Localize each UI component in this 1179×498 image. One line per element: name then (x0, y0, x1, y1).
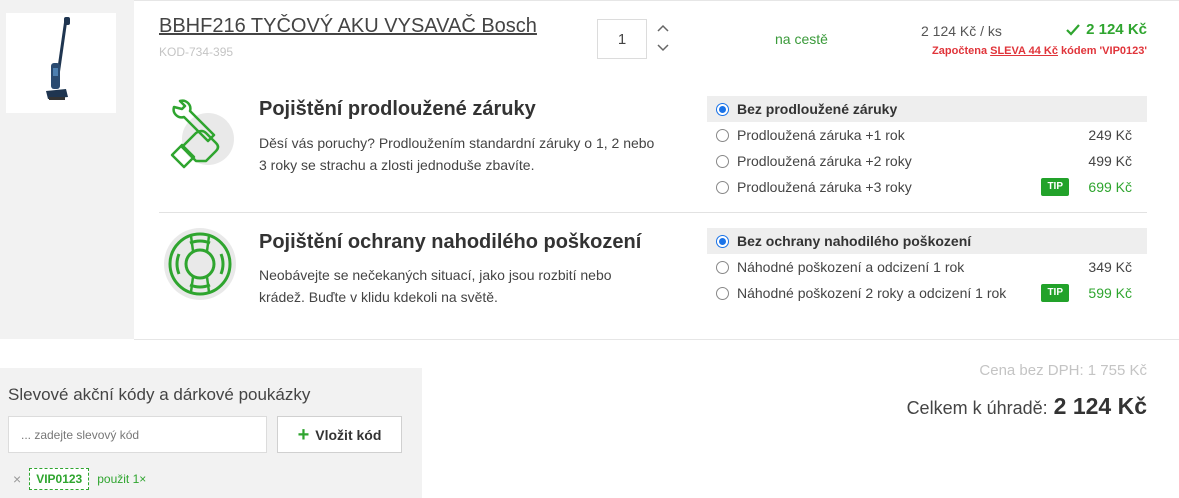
option-label: Bez ochrany nahodilého poškození (737, 233, 972, 249)
price-without-vat: Cena bez DPH: 1 755 Kč (979, 362, 1147, 379)
option-price: 349 Kč (1088, 259, 1132, 275)
applied-coupon: × VIP0123 použit 1× (13, 468, 146, 490)
discount-note: Započtena SLEVA 44 Kč kódem 'VIP0123' (932, 45, 1147, 57)
option-price: 599 Kč (1088, 285, 1132, 301)
radio-selected[interactable] (716, 234, 729, 248)
line-total: 2 124 Kč (1066, 21, 1147, 38)
option-price: 249 Kč (1088, 127, 1132, 143)
grand-total-label: Celkem k úhradě: (906, 398, 1048, 418)
warranty-option-none[interactable]: Bez prodloužené záruky (707, 96, 1147, 122)
option-label: Náhodné poškození a odcizení 1 rok (737, 259, 965, 275)
discount-suffix: kódem 'VIP0123' (1061, 45, 1147, 57)
radio[interactable] (716, 180, 729, 194)
applied-coupon-note: použit 1× (97, 472, 147, 486)
wrench-hand-icon (162, 93, 238, 169)
discount-amount-link[interactable]: SLEVA 44 Kč (990, 45, 1058, 57)
option-label: Prodloužená záruka +2 roky (737, 153, 912, 169)
radio[interactable] (716, 260, 729, 274)
applied-coupon-code: VIP0123 (29, 468, 90, 490)
damage-option-1-year[interactable]: Náhodné poškození a odcizení 1 rok 349 K… (707, 254, 1147, 280)
coupon-code-input[interactable] (8, 416, 267, 453)
apply-coupon-label: Vložit kód (315, 426, 382, 443)
warranty-description: Děsí vás poruchy? Prodloužením standardn… (259, 135, 655, 173)
radio[interactable] (716, 286, 729, 300)
line-total-value: 2 124 Kč (1086, 21, 1147, 38)
apply-coupon-button[interactable]: + Vložit kód (277, 416, 402, 453)
radio-selected[interactable] (716, 102, 729, 116)
radio[interactable] (716, 128, 729, 142)
grand-total-value: 2 124 Kč (1053, 393, 1147, 419)
product-name-link[interactable]: BBHF216 TYČOVÝ AKU VYSAVAČ Bosch (159, 15, 537, 38)
chevron-up-icon[interactable] (655, 21, 671, 35)
product-thumbnail[interactable] (6, 13, 116, 113)
plus-icon: + (297, 423, 310, 446)
section-divider (159, 212, 1147, 213)
availability-status: na cestě (775, 31, 828, 47)
radio[interactable] (716, 154, 729, 168)
warranty-option-3-years[interactable]: Prodloužená záruka +3 roky TIP 699 Kč (707, 174, 1147, 200)
tip-badge: TIP (1041, 284, 1069, 302)
chevron-down-icon[interactable] (655, 41, 671, 55)
row-bottom-border (134, 339, 1179, 340)
coupon-panel: Slevové akční kódy a dárkové poukázky + … (0, 368, 422, 498)
check-icon (1066, 23, 1080, 36)
damage-title: Pojištění ochrany nahodilého poškození (259, 231, 642, 253)
product-image-column (0, 0, 134, 339)
vacuum-image (46, 17, 70, 100)
grand-total: Celkem k úhradě: 2 124 Kč (907, 393, 1147, 420)
unit-price: 2 124 Kč / ks (921, 23, 1002, 39)
option-label: Bez prodloužené záruky (737, 101, 898, 117)
option-label: Náhodné poškození 2 roky a odcizení 1 ro… (737, 285, 1007, 301)
coupon-heading: Slevové akční kódy a dárkové poukázky (8, 385, 311, 404)
warranty-options: Bez prodloužené záruky Prodloužená záruk… (707, 96, 1147, 200)
option-label: Prodloužená záruka +1 rok (737, 127, 905, 143)
damage-option-2-years[interactable]: Náhodné poškození 2 roky a odcizení 1 ro… (707, 280, 1147, 306)
damage-option-none[interactable]: Bez ochrany nahodilého poškození (707, 228, 1147, 254)
damage-options: Bez ochrany nahodilého poškození Náhodné… (707, 228, 1147, 306)
row-top-border (134, 0, 1179, 1)
tip-badge: TIP (1041, 178, 1069, 196)
damage-description: Neobávejte se nečekaných situací, jako j… (259, 267, 612, 305)
close-icon[interactable]: × (13, 471, 21, 487)
option-price: 499 Kč (1088, 153, 1132, 169)
option-label: Prodloužená záruka +3 roky (737, 179, 912, 195)
discount-prefix: Započtena (932, 45, 988, 57)
quantity-input[interactable]: 1 (597, 19, 647, 59)
warranty-option-2-years[interactable]: Prodloužená záruka +2 roky 499 Kč (707, 148, 1147, 174)
warranty-option-1-year[interactable]: Prodloužená záruka +1 rok 249 Kč (707, 122, 1147, 148)
product-code: KOD-734-395 (159, 45, 234, 59)
option-price: 699 Kč (1088, 179, 1132, 195)
lifebuoy-icon (162, 226, 238, 302)
warranty-title: Pojištění prodloužené záruky (259, 98, 536, 120)
